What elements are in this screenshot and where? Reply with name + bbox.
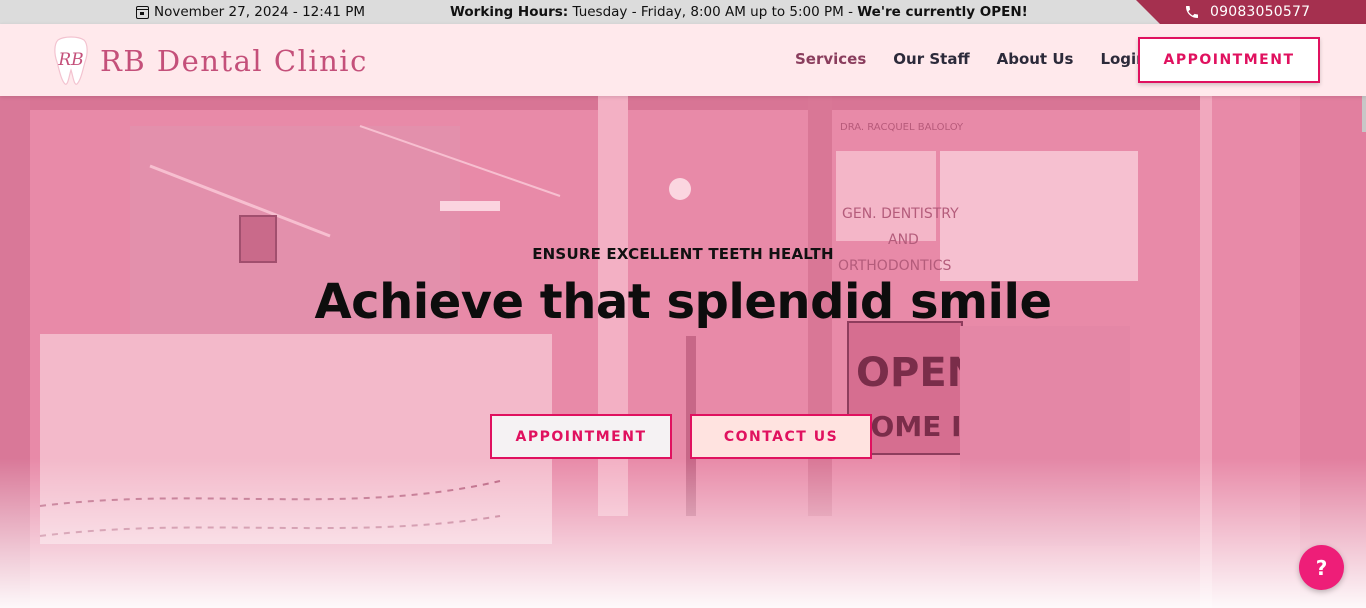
open-status: We're currently OPEN! [857,4,1028,20]
date-text: November 27, 2024 - 12:41 PM [154,4,366,20]
brand-name: RB Dental Clinic [100,44,368,78]
working-hours-label: Working Hours: [450,4,569,20]
site-logo[interactable]: RB RB Dental Clinic [52,36,368,86]
hero-contact-us-button[interactable]: CONTACT US [690,414,872,459]
hero-section: DRA. RACQUEL BALOLOY GEN. DENTISTRY AND … [0,96,1366,608]
hero-eyebrow: ENSURE EXCELLENT TEETH HEALTH [532,245,834,263]
date-time: November 27, 2024 - 12:41 PM [136,4,365,20]
main-navbar: RB RB Dental Clinic Services Our Staff A… [0,24,1366,96]
question-mark-icon: ? [1315,555,1328,580]
nav-item-about-us[interactable]: About Us [997,50,1074,68]
calendar-icon [136,5,149,19]
phone-number[interactable]: 09083050577 [1210,4,1310,20]
nav-appointment-button[interactable]: APPOINTMENT [1138,37,1320,83]
phone-icon [1186,6,1198,18]
phone-contact[interactable]: 09083050577 [1136,0,1366,24]
hero-bottom-fade [0,458,1366,608]
hero-headline: Achieve that splendid smile [314,274,1052,330]
nav-item-services[interactable]: Services [795,50,866,68]
working-hours-text: Tuesday - Friday, 8:00 AM up to 5:00 PM … [568,4,858,20]
logo-letters: RB [57,50,83,70]
tooth-logo-icon: RB [54,36,88,85]
top-info-bar: November 27, 2024 - 12:41 PM Working Hou… [0,0,1366,24]
help-button[interactable]: ? [1299,545,1344,590]
nav-item-our-staff[interactable]: Our Staff [893,50,969,68]
hero-appointment-button[interactable]: APPOINTMENT [490,414,672,459]
page-scrollbar[interactable] [1362,96,1366,132]
working-hours: Working Hours: Tuesday - Friday, 8:00 AM… [450,4,1028,20]
sign-doctor-name: DRA. RACQUEL BALOLOY [840,122,964,133]
nav-menu: Services Our Staff About Us Login [795,50,1174,68]
sign-gen-dentistry: GEN. DENTISTRY [842,206,959,222]
